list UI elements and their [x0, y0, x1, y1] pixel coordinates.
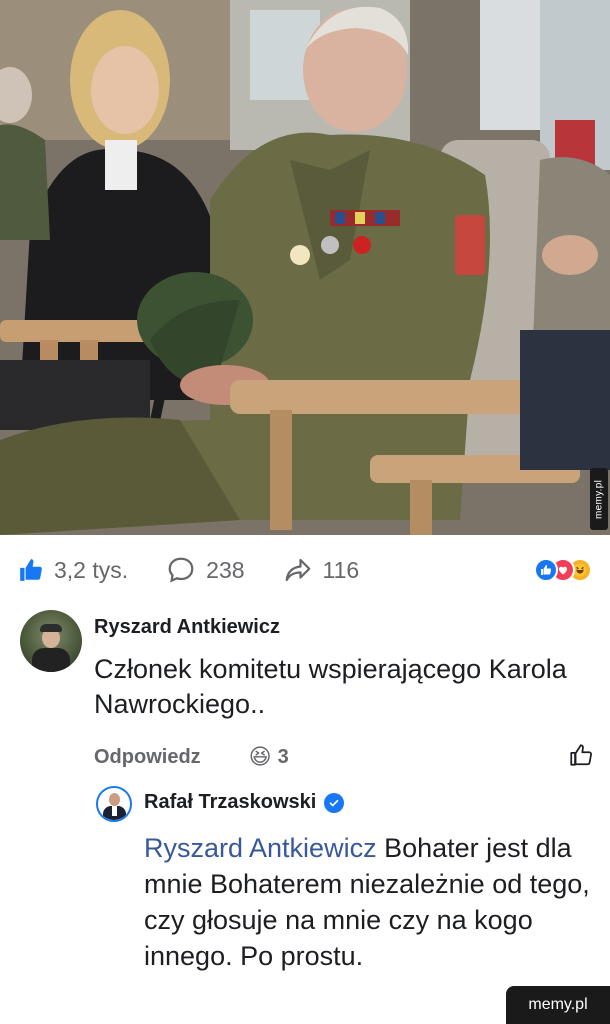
verified-badge-icon: [324, 792, 345, 813]
reply-author-row: Rafał Trzaskowski: [144, 791, 345, 814]
like-count[interactable]: 3,2 tys.: [18, 557, 128, 584]
side-watermark: memy.pl: [590, 468, 608, 530]
reply-author[interactable]: Rafał Trzaskowski: [144, 791, 316, 814]
reply-button[interactable]: Odpowiedz: [94, 746, 201, 769]
share-count[interactable]: 116: [283, 555, 360, 585]
like-icon: [534, 558, 558, 582]
comment-actions: Odpowiedz 😆 3: [94, 740, 600, 774]
post-photo[interactable]: memy.pl: [0, 0, 610, 535]
thumbs-up-outline-icon: [570, 743, 592, 766]
reply-mention-link[interactable]: Ryszard Antkiewicz: [144, 833, 377, 863]
post-stats-bar: 3,2 tys. 238 116: [0, 544, 610, 596]
share-count-label: 116: [322, 556, 360, 583]
bottom-watermark: memy.pl: [506, 986, 610, 1024]
thumbs-up-icon: [20, 559, 42, 581]
comment-avatar[interactable]: [20, 610, 82, 672]
share-arrow-icon: [285, 558, 310, 582]
comment-reaction-count: 3: [277, 745, 289, 768]
comment-author[interactable]: Ryszard Antkiewicz: [94, 616, 280, 639]
comment-like-button[interactable]: [568, 742, 594, 773]
reply-text: Ryszard Antkiewicz Bohater jest dla mnie…: [144, 830, 594, 974]
comment-bubble-icon: [168, 557, 194, 583]
like-count-label: 3,2 tys.: [54, 556, 129, 583]
comment-reaction-summary[interactable]: 😆 3: [249, 744, 289, 770]
veteran-photo-illustration: [0, 0, 610, 535]
comment-text: Członek komitetu wspierającego Karola Na…: [94, 654, 567, 719]
comment-count-label: 238: [206, 556, 245, 583]
reaction-icons[interactable]: [534, 558, 592, 582]
laughing-emoji-icon: 😆: [248, 744, 272, 769]
comment-count[interactable]: 238: [166, 555, 245, 585]
reply-avatar[interactable]: [96, 786, 132, 822]
